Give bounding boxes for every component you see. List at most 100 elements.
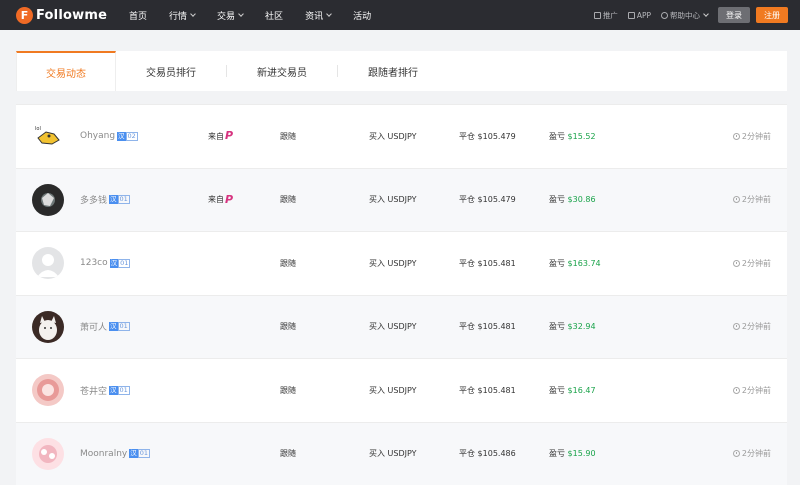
util-help-label: 帮助中心	[670, 10, 700, 20]
timestamp: 2分钟前	[732, 321, 771, 332]
source-info: 来自 P	[208, 130, 237, 142]
profit-value: $15.52	[567, 131, 596, 141]
profit: 盈亏 $15.90	[549, 448, 596, 459]
util-promote[interactable]: 推广	[593, 10, 618, 21]
avatar[interactable]	[32, 183, 64, 216]
time-label: 2分钟前	[741, 322, 771, 332]
profit-label: 盈亏	[549, 131, 565, 141]
timestamp: 2分钟前	[732, 194, 771, 205]
util-help[interactable]: 帮助中心	[661, 10, 709, 21]
close-price: 平仓 $105.479	[459, 194, 516, 205]
nav-item[interactable]: 行情	[169, 9, 196, 22]
close-label: 平仓	[459, 449, 475, 459]
profit-label: 盈亏	[549, 195, 565, 205]
close-price: 平仓 $105.481	[459, 385, 516, 396]
profit-label: 盈亏	[549, 258, 565, 268]
badge-level: 01	[118, 258, 131, 268]
tab-trade-activity[interactable]: 交易动态	[16, 51, 116, 91]
list-item: Moonralny 汉 01 跟随 买入 USDJPY 平仓 $105.486 盈亏 $15…	[16, 422, 787, 485]
username-link[interactable]: Moonralny	[80, 449, 127, 459]
badge-level: 01	[117, 322, 130, 332]
list-item: 苍井空汉 01 跟随 买入 USDJPY 平仓 $105.481 盈亏 $16.47 2分钟…	[16, 359, 787, 423]
chevron-down-icon	[703, 11, 709, 17]
timestamp: 2分钟前	[732, 385, 771, 396]
nav-item[interactable]: 交易	[217, 9, 244, 22]
clock-icon	[732, 386, 740, 394]
username-link[interactable]: 123co	[80, 258, 108, 268]
trade-action: 买入 USDJPY	[369, 131, 417, 141]
username-link[interactable]: 苍井空	[80, 384, 107, 397]
close-label: 平仓	[459, 195, 475, 205]
tab-trader-ranking[interactable]: 交易员排行	[116, 51, 226, 91]
avatar[interactable]	[32, 310, 64, 343]
close-value: $105.481	[477, 322, 516, 332]
avatar[interactable]	[32, 247, 64, 280]
trader-name: Moonralny 汉 01	[80, 449, 151, 459]
util-app[interactable]: APP	[627, 10, 651, 20]
level-badge: 汉 01	[109, 195, 130, 205]
util-app-label: APP	[636, 10, 651, 20]
avatar[interactable]	[32, 374, 64, 407]
profit: 盈亏 $30.86	[549, 194, 596, 205]
profit-value: $32.94	[567, 322, 596, 332]
tab-new-traders[interactable]: 新进交易员	[227, 51, 337, 91]
follow-link[interactable]: 跟随	[280, 385, 296, 396]
time-label: 2分钟前	[741, 449, 771, 459]
badge-level: 01	[117, 195, 130, 205]
follow-link[interactable]: 跟随	[280, 194, 296, 205]
clock-icon	[732, 132, 740, 140]
broker-logo-icon: P	[225, 192, 234, 206]
level-badge: 汉 01	[109, 385, 130, 395]
badge-tag: 汉	[117, 131, 126, 141]
tab-follower-ranking[interactable]: 跟随者排行	[338, 51, 448, 91]
logo[interactable]: F Followme	[16, 6, 108, 24]
trade-action: 买入 USDJPY	[369, 195, 417, 205]
source-info: 来自 P	[208, 192, 237, 206]
clock-icon	[732, 259, 740, 267]
avatar[interactable]: lol	[32, 120, 64, 153]
trade-feed: lol Ohyang 汉 02 来自 P 跟随 买入 USDJPY 平仓 $105.479 盈亏 …	[16, 104, 787, 485]
trader-name: 多多钱汉 01	[80, 193, 130, 206]
close-price: 平仓 $105.481	[459, 258, 516, 269]
badge-level: 01	[117, 385, 130, 395]
close-price: 平仓 $105.481	[459, 321, 516, 332]
login-button[interactable]: 登录	[718, 7, 750, 23]
close-price: 平仓 $105.486	[459, 448, 516, 459]
clock-icon	[732, 323, 740, 331]
chevron-down-icon	[238, 11, 244, 17]
nav-item-label: 社区	[265, 11, 284, 22]
profit-value: $30.86	[567, 195, 596, 205]
username-link[interactable]: 萧可人	[80, 320, 107, 333]
badge-level: 01	[137, 449, 151, 459]
badge-tag: 汉	[129, 449, 138, 459]
profit-value: $16.47	[567, 385, 596, 395]
follow-link[interactable]: 跟随	[280, 321, 296, 332]
time-label: 2分钟前	[741, 131, 771, 141]
avatar[interactable]	[32, 437, 64, 470]
follow-link[interactable]: 跟随	[280, 131, 296, 142]
close-label: 平仓	[459, 322, 475, 332]
badge-tag: 汉	[109, 385, 118, 395]
username-link[interactable]: Ohyang	[80, 131, 115, 141]
nav-item[interactable]: 社区	[265, 9, 283, 22]
trade-action: 买入 USDJPY	[369, 449, 417, 459]
nav-item-label: 活动	[353, 11, 372, 22]
nav-item[interactable]: 资讯	[305, 9, 332, 22]
share-icon	[593, 11, 601, 19]
nav-item[interactable]: 首页	[129, 9, 147, 22]
level-badge: 汉 01	[129, 449, 151, 459]
broker-logo-icon: P	[225, 129, 234, 143]
username-link[interactable]: 多多钱	[80, 193, 107, 206]
follow-link[interactable]: 跟随	[280, 448, 296, 459]
register-button[interactable]: 注册	[756, 7, 788, 23]
time-label: 2分钟前	[741, 195, 771, 205]
nav-item[interactable]: 活动	[353, 9, 371, 22]
profit-value: $163.74	[567, 258, 601, 268]
trade-action: 买入 USDJPY	[369, 322, 417, 332]
phone-icon	[627, 11, 635, 19]
top-nav: F Followme 首页 行情 交易 社区 资讯 活动 推广 APP 帮助中心 登录 注…	[0, 0, 800, 30]
nav-item-label: 交易	[217, 11, 236, 22]
follow-link[interactable]: 跟随	[280, 258, 296, 269]
nav-item-label: 首页	[129, 11, 148, 22]
profit-label: 盈亏	[549, 385, 565, 395]
